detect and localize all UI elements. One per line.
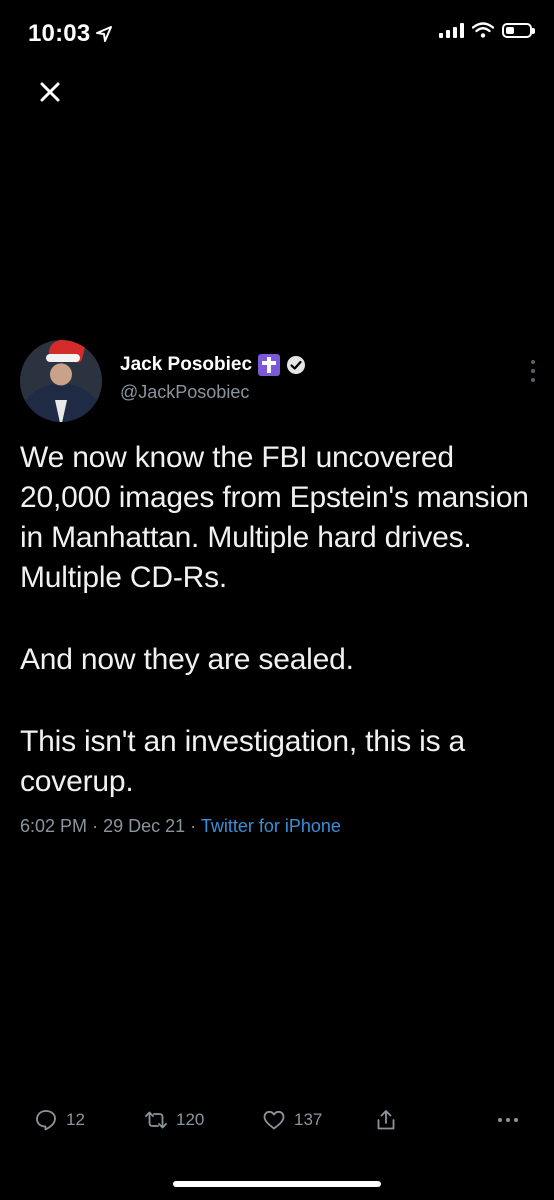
retweet-icon [145, 1111, 167, 1129]
retweet-count: 120 [176, 1110, 205, 1129]
verified-badge-icon [287, 356, 306, 374]
tweet-paragraph: We now know the FBI uncovered 20,000 ima… [20, 441, 529, 594]
battery-icon [502, 22, 535, 38]
status-bar: 10:03 [0, 0, 554, 64]
reply-count: 12 [66, 1110, 85, 1129]
share-icon [377, 1110, 395, 1130]
tweet-time: 6:02 PM [20, 816, 88, 836]
meta-separator: · [190, 816, 197, 836]
heart-icon [263, 1110, 285, 1130]
location-arrow-icon [96, 26, 113, 42]
tweet-paragraph: And now they are sealed. [20, 643, 354, 676]
handle[interactable]: @JackPosobiec [120, 382, 306, 403]
tweet-action-bar: 12 120 137 [0, 1100, 554, 1140]
more-horizontal-icon [498, 1118, 518, 1122]
tweet-date: 29 Dec 21 [103, 816, 186, 836]
battery-level [506, 26, 514, 34]
tweet-source-link[interactable]: Twitter for iPhone [201, 816, 341, 836]
like-button[interactable]: 137 [262, 1108, 322, 1132]
reply-button[interactable]: 12 [34, 1108, 85, 1132]
name-row: Jack Posobiec [120, 354, 306, 376]
tweet-header: Jack Posobiec @JackPosobiec [20, 340, 535, 430]
retweet-button[interactable]: 120 [144, 1108, 204, 1132]
meta-separator: · [92, 816, 99, 836]
tweet: Jack Posobiec @JackPosobiec We now know … [20, 340, 535, 837]
display-name[interactable]: Jack Posobiec [120, 354, 252, 376]
tweet-paragraph: This isn't an investigation, this is a c… [20, 725, 466, 798]
like-count: 137 [294, 1110, 323, 1129]
author-names: Jack Posobiec @JackPosobiec [120, 354, 306, 403]
cross-badge-icon [258, 354, 281, 376]
status-time-group: 10:03 [28, 20, 113, 48]
tweet-meta: 6:02 PM · 29 Dec 21 · Twitter for iPhone [20, 816, 534, 837]
cellular-signal-icon [439, 22, 464, 38]
wifi-icon [472, 22, 494, 38]
share-button[interactable] [374, 1108, 398, 1132]
more-actions-button[interactable] [496, 1108, 520, 1132]
home-indicator[interactable] [173, 1181, 381, 1187]
status-time: 10:03 [28, 20, 91, 47]
more-vertical-icon[interactable] [528, 358, 538, 384]
avatar[interactable] [20, 340, 102, 422]
tweet-text: We now know the FBI uncovered 20,000 ima… [20, 438, 534, 802]
status-indicators [439, 22, 535, 38]
reply-icon [36, 1110, 56, 1131]
close-icon[interactable] [36, 78, 64, 106]
